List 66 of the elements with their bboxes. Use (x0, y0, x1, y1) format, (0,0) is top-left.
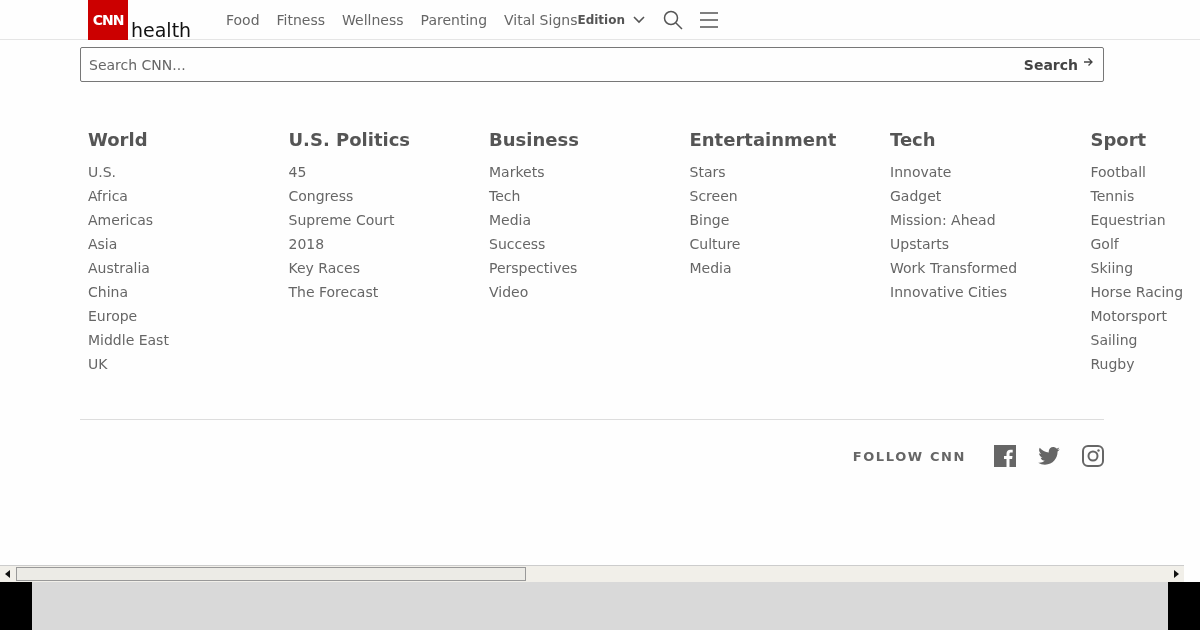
footer-link[interactable]: Culture (689, 232, 890, 256)
footer-link[interactable]: Skiing (1090, 256, 1200, 280)
nav-link[interactable]: Wellness (342, 11, 404, 28)
section-logo-text: health (131, 19, 192, 40)
camera-icon[interactable] (1082, 445, 1104, 467)
footer-link[interactable]: Equestrian (1090, 208, 1200, 232)
footer-link[interactable]: Australia (88, 256, 289, 280)
footer-link[interactable]: Media (689, 256, 890, 280)
footer-link[interactable]: Congress (288, 184, 489, 208)
footer-link[interactable]: Gadget (890, 184, 1091, 208)
bird-icon[interactable] (1038, 447, 1060, 465)
column-heading[interactable]: World (88, 129, 289, 150)
footer-link[interactable]: The Forecast (288, 280, 489, 304)
footer-link[interactable]: Upstarts (890, 232, 1091, 256)
footer-link[interactable]: U.S. (88, 160, 289, 184)
footer-link[interactable]: Stars (689, 160, 890, 184)
facebook-icon[interactable] (994, 445, 1016, 467)
edition-dropdown[interactable]: Edition (577, 12, 645, 27)
footer-link[interactable]: Innovative Cities (890, 280, 1091, 304)
footer-link[interactable]: Tech (489, 184, 690, 208)
footer-link[interactable]: Rugby (1090, 352, 1200, 376)
footer-link[interactable]: Media (489, 208, 690, 232)
nav-link[interactable]: Fitness (276, 11, 326, 28)
search-field[interactable]: Search CNN... Search (80, 47, 1104, 82)
footer-link[interactable]: Success (489, 232, 690, 256)
footer-link[interactable]: Asia (88, 232, 289, 256)
footer-link[interactable]: Video (489, 280, 690, 304)
footer-link[interactable]: Screen (689, 184, 890, 208)
horizontal-scrollbar[interactable] (0, 565, 1184, 582)
footer-link[interactable]: Africa (88, 184, 289, 208)
nav-link[interactable]: Food (226, 11, 260, 28)
footer-link[interactable]: Mission: Ahead (890, 208, 1091, 232)
chevron-down-icon (633, 15, 645, 24)
footer-link[interactable]: 45 (288, 160, 489, 184)
cnn-logo[interactable]: CNN (88, 0, 128, 40)
nav-link[interactable]: Parenting (420, 11, 488, 28)
footer-link[interactable]: Markets (489, 160, 690, 184)
footer-link[interactable]: China (88, 280, 289, 304)
search-button[interactable]: Search (1013, 56, 1103, 73)
footer-link[interactable]: Europe (88, 304, 289, 328)
footer-link[interactable]: Horse Racing (1090, 280, 1200, 304)
footer-link[interactable]: UK (88, 352, 289, 376)
column-heading[interactable]: Sport (1090, 129, 1200, 150)
follow-label: FOLLOW CNN (852, 448, 966, 464)
footer-link[interactable]: 2018 (288, 232, 489, 256)
footer-link[interactable]: Sailing (1090, 328, 1200, 352)
footer-link[interactable]: Supreme Court (288, 208, 489, 232)
footer-link[interactable]: Perspectives (489, 256, 690, 280)
column-heading[interactable]: Tech (890, 129, 1091, 150)
footer-link[interactable]: Football (1090, 160, 1200, 184)
nav-link[interactable]: Vital Signs (504, 11, 578, 28)
column-heading[interactable]: Entertainment (689, 129, 890, 150)
footer-link[interactable]: Tennis (1090, 184, 1200, 208)
column-heading[interactable]: U.S. Politics (288, 129, 489, 150)
footer-link[interactable]: Binge (689, 208, 890, 232)
footer-link[interactable]: Golf (1090, 232, 1200, 256)
footer-link[interactable]: Americas (88, 208, 289, 232)
search-icon[interactable] (663, 9, 683, 30)
footer-link[interactable]: Middle East (88, 328, 289, 352)
footer-link[interactable]: Innovate (890, 160, 1091, 184)
footer-link[interactable]: Motorsport (1090, 304, 1200, 328)
column-heading[interactable]: Business (489, 129, 690, 150)
arrow-right-icon (1083, 56, 1093, 67)
footer-link[interactable]: Key Races (288, 256, 489, 280)
menu-icon[interactable] (699, 10, 719, 29)
footer-link[interactable]: Work Transformed (890, 256, 1091, 280)
